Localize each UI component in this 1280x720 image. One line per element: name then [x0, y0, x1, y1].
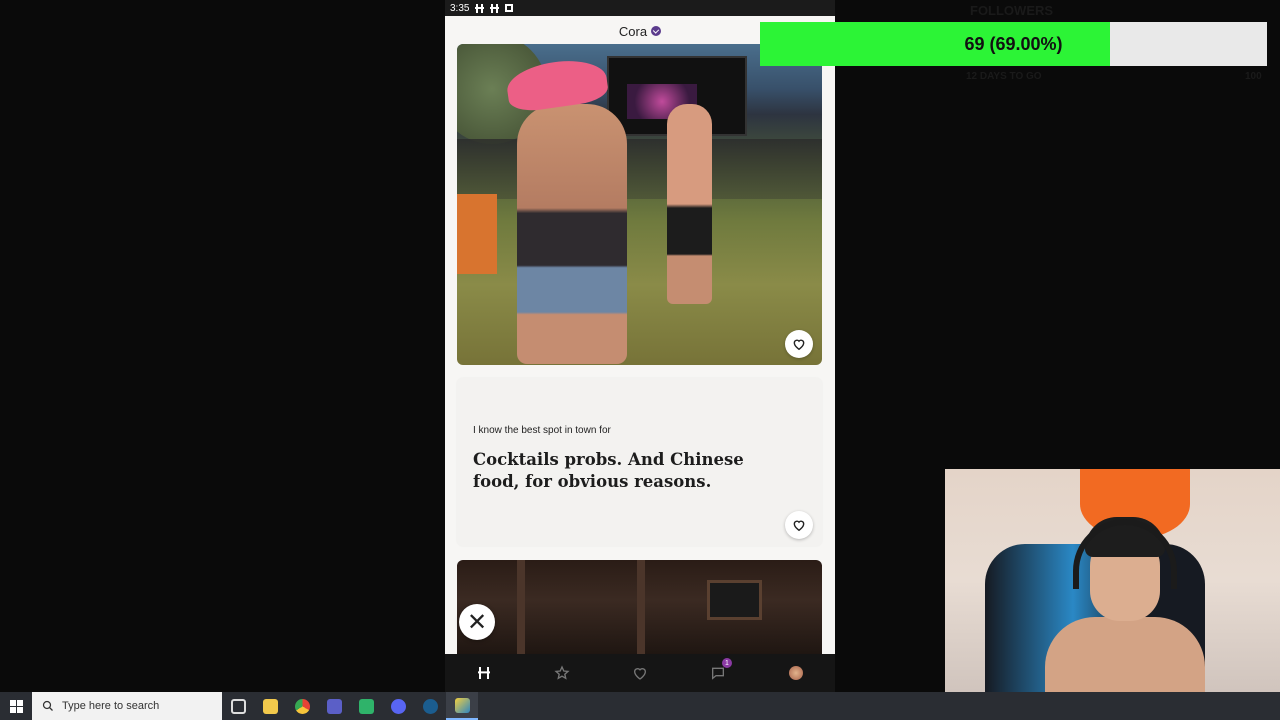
start-button[interactable] — [0, 692, 32, 720]
photo-person — [667, 104, 712, 304]
search-placeholder: Type here to search — [62, 700, 160, 712]
close-icon: ✕ — [466, 608, 488, 636]
profile-photo[interactable] — [457, 560, 822, 660]
hinge-notification-icon — [475, 3, 485, 13]
photo-crowd — [457, 139, 822, 199]
avatar — [789, 666, 803, 680]
windows-logo-icon — [9, 699, 23, 713]
status-bar: 3:35 — [445, 0, 835, 16]
chrome-button[interactable] — [286, 692, 318, 720]
photo-skylight — [707, 580, 762, 620]
bottom-nav: 1 — [445, 654, 835, 692]
photo-sign — [457, 194, 497, 274]
app-icon — [358, 698, 374, 714]
like-photo-button[interactable] — [785, 330, 813, 358]
discord-button[interactable] — [382, 692, 414, 720]
prompt-answer: Cocktails probs. And Chinese food, for o… — [473, 450, 744, 491]
hinge-logo-icon — [478, 667, 490, 679]
webcam-streamer-body — [1045, 617, 1205, 692]
chrome-icon — [294, 698, 310, 714]
prompt-card[interactable]: I know the best spot in town for Cocktai… — [457, 378, 822, 546]
nav-matches[interactable]: 1 — [706, 658, 732, 685]
task-view-icon — [230, 698, 246, 714]
profile-photo[interactable] — [457, 44, 822, 365]
photo-person — [517, 104, 627, 364]
folder-icon — [262, 698, 278, 714]
app-icon — [454, 697, 470, 713]
photo-ceiling-beam — [517, 560, 525, 660]
verified-badge-icon — [651, 26, 662, 36]
webcam-feed — [945, 469, 1280, 692]
taskbar-search[interactable]: Type here to search — [32, 692, 222, 720]
task-view-button[interactable] — [222, 692, 254, 720]
skip-button[interactable]: ✕ — [459, 604, 495, 640]
teams-icon — [326, 698, 342, 714]
nav-discover[interactable] — [472, 661, 496, 685]
screen: 3:35 Cora I know the best spot in town f… — [0, 0, 1280, 720]
search-icon — [42, 700, 53, 711]
hinge-notification-icon — [490, 3, 500, 13]
like-prompt-button[interactable] — [785, 511, 813, 539]
heart-icon — [793, 339, 805, 351]
follower-goal-bar: 69 (69.00%) — [760, 22, 1267, 66]
steam-icon — [422, 698, 438, 714]
file-explorer-button[interactable] — [254, 692, 286, 720]
status-time: 3:35 — [450, 2, 470, 14]
follower-goal-label: 69 (69.00%) — [964, 33, 1063, 54]
follower-goal-days: 12 DAYS TO GO — [966, 71, 1042, 82]
chat-bubble-icon — [712, 667, 724, 680]
star-icon — [554, 665, 570, 680]
windows-taskbar: Type here to search — [0, 692, 1280, 720]
nav-standouts[interactable] — [550, 661, 574, 685]
prompt-question: I know the best spot in town for — [473, 425, 611, 436]
app-notification-icon — [505, 4, 514, 12]
heart-icon — [793, 520, 805, 532]
phone-screen: 3:35 Cora I know the best spot in town f… — [445, 0, 835, 692]
obs-button[interactable] — [446, 692, 478, 720]
messages-badge: 1 — [722, 658, 732, 668]
profile-name: Cora — [618, 23, 648, 39]
nav-profile[interactable] — [784, 661, 808, 685]
heart-icon — [633, 668, 647, 680]
app-button[interactable] — [350, 692, 382, 720]
photo-ceiling-beam — [637, 560, 645, 660]
discord-icon — [390, 698, 406, 714]
follower-goal-target: 100 — [1245, 71, 1262, 82]
steam-button[interactable] — [414, 692, 446, 720]
teams-button[interactable] — [318, 692, 350, 720]
nav-likes[interactable] — [628, 661, 652, 685]
follower-goal-title: FOLLOWERS — [970, 3, 1054, 18]
